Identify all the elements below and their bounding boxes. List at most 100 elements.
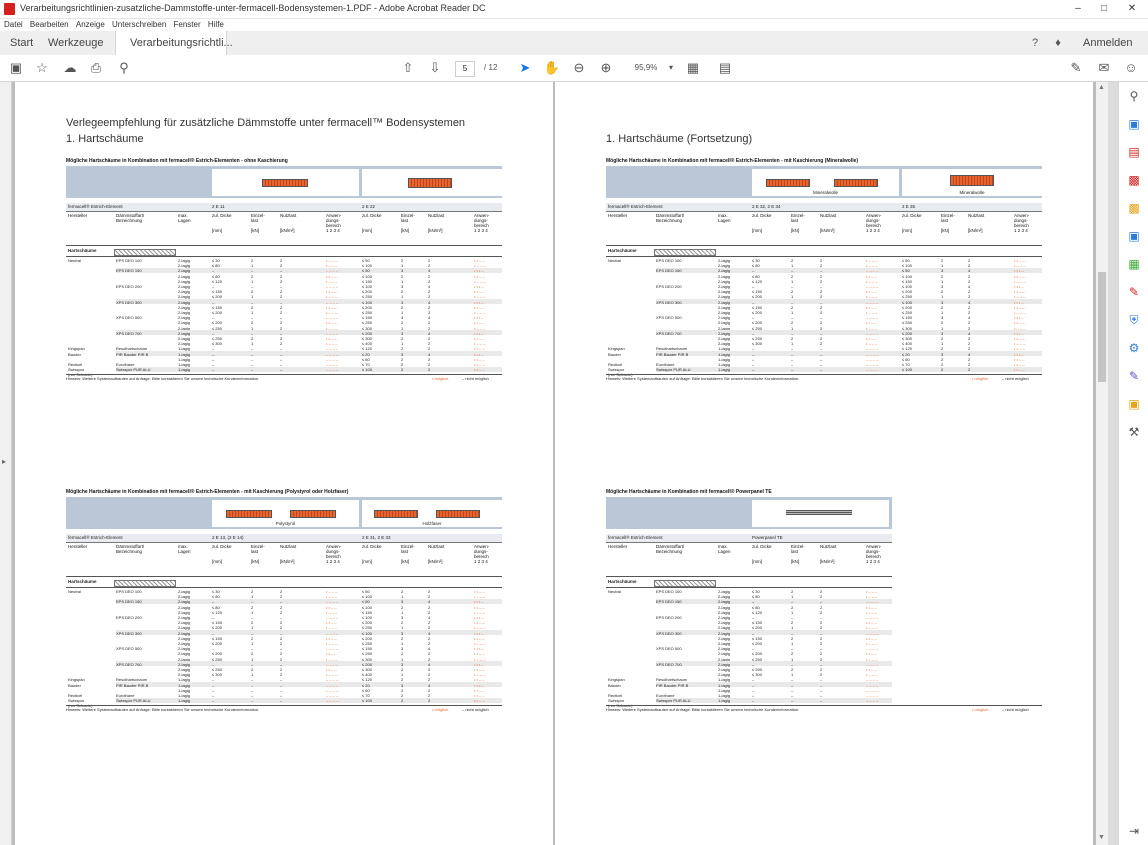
close-window-button[interactable]: ✕ (1118, 0, 1146, 18)
table-cell: – (791, 698, 794, 704)
document-viewport[interactable]: Verlegeempfehlung für zusätzliche Dämmst… (12, 82, 1096, 845)
row-shade (116, 661, 502, 667)
minimize-button[interactable]: – (1064, 0, 1092, 18)
collapse-panel-icon[interactable]: ⇥ (1124, 822, 1144, 840)
divider (66, 256, 502, 257)
zoom-dropdown[interactable]: 95,9% (626, 59, 666, 77)
insulation-hatch-icon (654, 249, 716, 256)
table-cell: 1-lagig (178, 698, 191, 704)
hand-tool-icon[interactable]: ✋ (543, 59, 561, 77)
menu-fenster[interactable]: Fenster (174, 20, 201, 29)
menu-bearbeiten[interactable]: Bearbeiten (30, 20, 69, 29)
column-header: Anwen- dungs- bereich 1 2 3 4 (326, 213, 342, 233)
column-header: zul. Dicke [mm] (752, 213, 772, 233)
zoom-out-icon[interactable]: ⊖ (570, 59, 588, 77)
send-comments-icon[interactable]: ▣ (1124, 395, 1144, 413)
product-cell: EPS DEO 100 (116, 258, 142, 263)
save-icon[interactable]: ▣ (7, 59, 25, 77)
help-icon[interactable]: ? (1026, 34, 1044, 52)
zoom-in-icon[interactable]: ⊕ (597, 59, 615, 77)
tab-werkzeuge[interactable]: Werkzeuge (48, 31, 103, 55)
product-cell: EPS DEO 100 (656, 589, 682, 594)
fill-sign-icon[interactable]: ✎ (1124, 283, 1144, 301)
column-header: Einzel- last [kN] (401, 544, 415, 564)
signin-button[interactable]: Anmelden (1083, 31, 1133, 55)
email-icon[interactable]: ✉ (1095, 59, 1113, 77)
organize-pages-icon[interactable]: ▤ (1124, 143, 1144, 161)
maximize-button[interactable]: □ (1090, 0, 1118, 18)
maker-cell: Neutral (608, 589, 621, 594)
menu-unterschreiben[interactable]: Unterschreiben (112, 20, 166, 29)
expand-arrow-icon[interactable]: ▸ (2, 457, 6, 466)
vertical-scrollbar[interactable]: ▲ ▼ (1096, 82, 1108, 845)
combine-files-icon[interactable]: ▣ (1124, 227, 1144, 245)
title-bar: Verarbeitungsrichtlinien-zusatzliche-Dam… (0, 0, 1148, 19)
compress-pdf-icon[interactable]: ▦ (1124, 255, 1144, 273)
fit-page-icon[interactable]: ▦ (684, 59, 702, 77)
comment-icon[interactable]: ▩ (1124, 199, 1144, 217)
menu-datei[interactable]: Datei (4, 20, 23, 29)
zoom-panel-icon[interactable]: ⚲ (1124, 87, 1144, 105)
add-user-icon[interactable]: ☺ (1122, 59, 1140, 77)
protect-shield-icon[interactable]: ⛨ (1124, 311, 1144, 329)
scroll-mode-icon[interactable]: ▤ (716, 59, 734, 77)
export-pdf-icon[interactable]: ▣ (1124, 115, 1144, 133)
product-cell: PIR Bauder PIR B (116, 682, 149, 688)
bell-icon[interactable]: ♦ (1049, 34, 1067, 52)
prev-page-icon[interactable]: ⇧ (399, 59, 417, 77)
column-header: Nutzlast [kN/m²] (968, 213, 985, 233)
divider (66, 705, 502, 707)
column-header: Einzel- last [kN] (941, 213, 955, 233)
table-cell: – (251, 698, 254, 704)
product-cell: EPS DEO 150 (656, 268, 682, 274)
next-page-icon[interactable]: ⇩ (426, 59, 444, 77)
chevron-down-icon[interactable]: ▾ (662, 59, 680, 77)
send-signature-icon[interactable]: ✎ (1124, 367, 1144, 385)
image-label: Polystyrol (275, 521, 296, 526)
sign-pen-icon[interactable]: ✎ (1067, 59, 1085, 77)
table-cell: 1-lagig (178, 367, 191, 373)
legend-possible: • möglich (972, 376, 989, 382)
table-cell: 2 (428, 367, 431, 373)
column-header: Hersteller (68, 544, 88, 549)
scrollbar-thumb[interactable] (1098, 272, 1106, 382)
table-cell: 2 (428, 698, 431, 704)
divider (66, 587, 502, 588)
column-header: Anwen- dungs- bereich 1 2 3 4 (866, 544, 882, 564)
menu-anzeige[interactable]: Anzeige (76, 20, 105, 29)
table-caption: Mögliche Hartschäume in Kombination mit … (66, 489, 349, 495)
column-header: Einzel- last [kN] (791, 544, 805, 564)
create-pdf-icon[interactable]: ▩ (1124, 171, 1144, 189)
maker-cell: Bauder (68, 351, 81, 357)
table-cell: 2 (401, 698, 404, 704)
search-icon[interactable]: ⚲ (115, 59, 133, 77)
print-icon[interactable]: ⎙ (87, 59, 105, 77)
table-cell: ≤ 100 (902, 367, 912, 373)
footnote: Hinweis: Weitere Systemaufbauten auf Anf… (606, 707, 800, 713)
column-header: Nutzlast [kN/m²] (428, 213, 445, 233)
tools-panel: ⚲ ▣ ▤ ▩ ▩ ▣ ▦ ✎ ⛨ ⚙ ✎ ▣ ⚒ ⇥ (1118, 82, 1148, 845)
row-shade (116, 366, 502, 372)
row-shade (116, 267, 502, 274)
legend-not-possible: – nicht möglich (462, 707, 489, 713)
footnote: Hinweis: Weitere Systemaufbauten auf Anf… (66, 707, 260, 713)
product-image: Polystyrol (212, 500, 359, 527)
group-label: Hartschäume (608, 579, 637, 584)
optimize-icon[interactable]: ⚙ (1124, 339, 1144, 357)
scroll-down-icon[interactable]: ▼ (1098, 834, 1105, 841)
row-shade (656, 598, 892, 605)
tab-document[interactable]: Verarbeitungsrichtli... × (115, 31, 233, 72)
menu-hilfe[interactable]: Hilfe (208, 20, 224, 29)
bookmark-star-icon[interactable]: ☆ (33, 59, 51, 77)
left-panel-toggle[interactable]: ▸ (0, 82, 12, 845)
more-tools-icon[interactable]: ⚒ (1124, 423, 1144, 441)
upload-cloud-icon[interactable]: ☁ (61, 59, 79, 77)
table-cell: – (280, 367, 283, 373)
product-cell: Swisspor PUR ALU (656, 367, 691, 373)
scroll-up-icon[interactable]: ▲ (1098, 84, 1105, 91)
tab-start[interactable]: Start (10, 31, 33, 55)
select-cursor-icon[interactable]: ➤ (516, 59, 534, 77)
legend-not-possible: – nicht möglich (1002, 707, 1029, 713)
page-number-input[interactable]: 5 (455, 61, 475, 77)
column-header: Anwen- dungs- bereich 1 2 3 4 (326, 544, 342, 564)
